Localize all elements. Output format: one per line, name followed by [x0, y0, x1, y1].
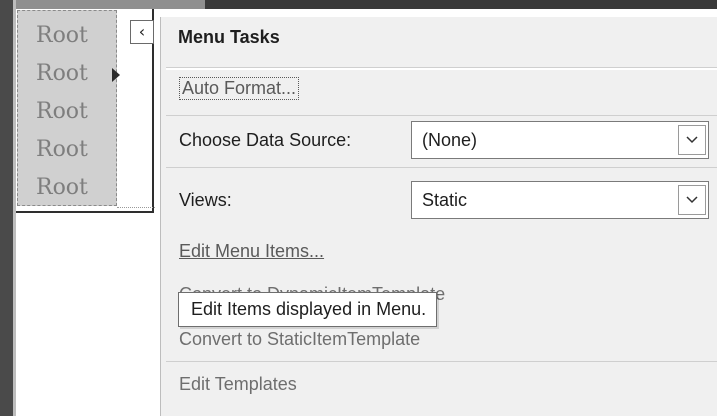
section-divider — [166, 115, 717, 116]
menu-item-label: Root — [36, 23, 88, 48]
tooltip: Edit Items displayed in Menu. — [178, 292, 438, 327]
chevron-left-icon: ‹ — [138, 22, 146, 41]
data-source-value: (None) — [422, 130, 478, 150]
data-source-select[interactable]: (None) — [411, 121, 709, 159]
control-tab-strip — [0, 0, 205, 9]
menu-item-label: Root — [36, 99, 88, 124]
designer-surface: Root Root Root Root Root ‹ Menu Tasks Au… — [0, 0, 717, 416]
dropdown-button[interactable] — [678, 125, 706, 155]
views-label: Views: — [179, 190, 232, 210]
menu-item[interactable]: Root — [18, 17, 116, 55]
menu-items-list: Root Root Root Root Root — [17, 10, 120, 207]
dropdown-button[interactable] — [678, 185, 706, 215]
menu-item-label: Root — [36, 61, 88, 86]
section-divider — [166, 361, 717, 362]
menu-tasks-panel: Menu Tasks Auto Format... Choose Data So… — [160, 17, 717, 416]
selection-outline — [117, 207, 157, 208]
panel-title: Menu Tasks — [178, 27, 280, 47]
views-value: Static — [422, 190, 468, 210]
menu-item[interactable]: Root — [18, 55, 120, 93]
smart-tag-collapse-button[interactable]: ‹ — [130, 20, 154, 44]
menu-item-label: Root — [36, 175, 88, 200]
chevron-down-icon — [686, 136, 698, 144]
title-divider — [166, 67, 717, 70]
views-select[interactable]: Static — [411, 181, 709, 219]
edit-menu-items-link[interactable]: Edit Menu Items... — [179, 241, 324, 262]
auto-format-link[interactable]: Auto Format... — [179, 77, 300, 100]
menu-item[interactable]: Root — [18, 131, 116, 169]
data-source-label: Choose Data Source: — [179, 130, 352, 150]
submenu-arrow-icon — [112, 68, 120, 82]
designer-left-border — [0, 0, 13, 416]
chevron-down-icon — [686, 196, 698, 204]
menu-item[interactable]: Root — [18, 93, 116, 131]
section-divider — [166, 167, 717, 168]
convert-static-template-action[interactable]: Convert to StaticItemTemplate — [179, 329, 420, 350]
menu-item[interactable]: Root — [18, 169, 116, 207]
edit-templates-action[interactable]: Edit Templates — [179, 374, 297, 395]
menu-item-label: Root — [36, 137, 88, 162]
